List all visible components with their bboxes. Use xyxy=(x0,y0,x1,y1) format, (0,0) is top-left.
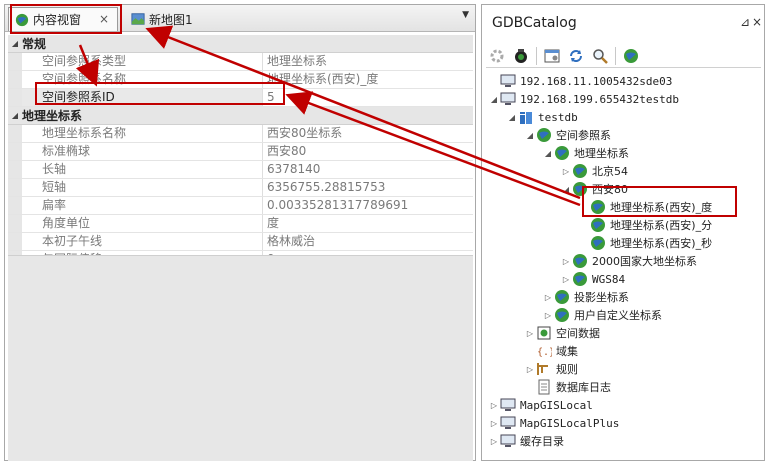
arrow-tab-to-row xyxy=(75,44,100,87)
arrow-tree-to-row xyxy=(285,91,581,207)
annotation-arrows xyxy=(75,25,581,207)
arrow-tree-to-tab xyxy=(145,25,581,200)
